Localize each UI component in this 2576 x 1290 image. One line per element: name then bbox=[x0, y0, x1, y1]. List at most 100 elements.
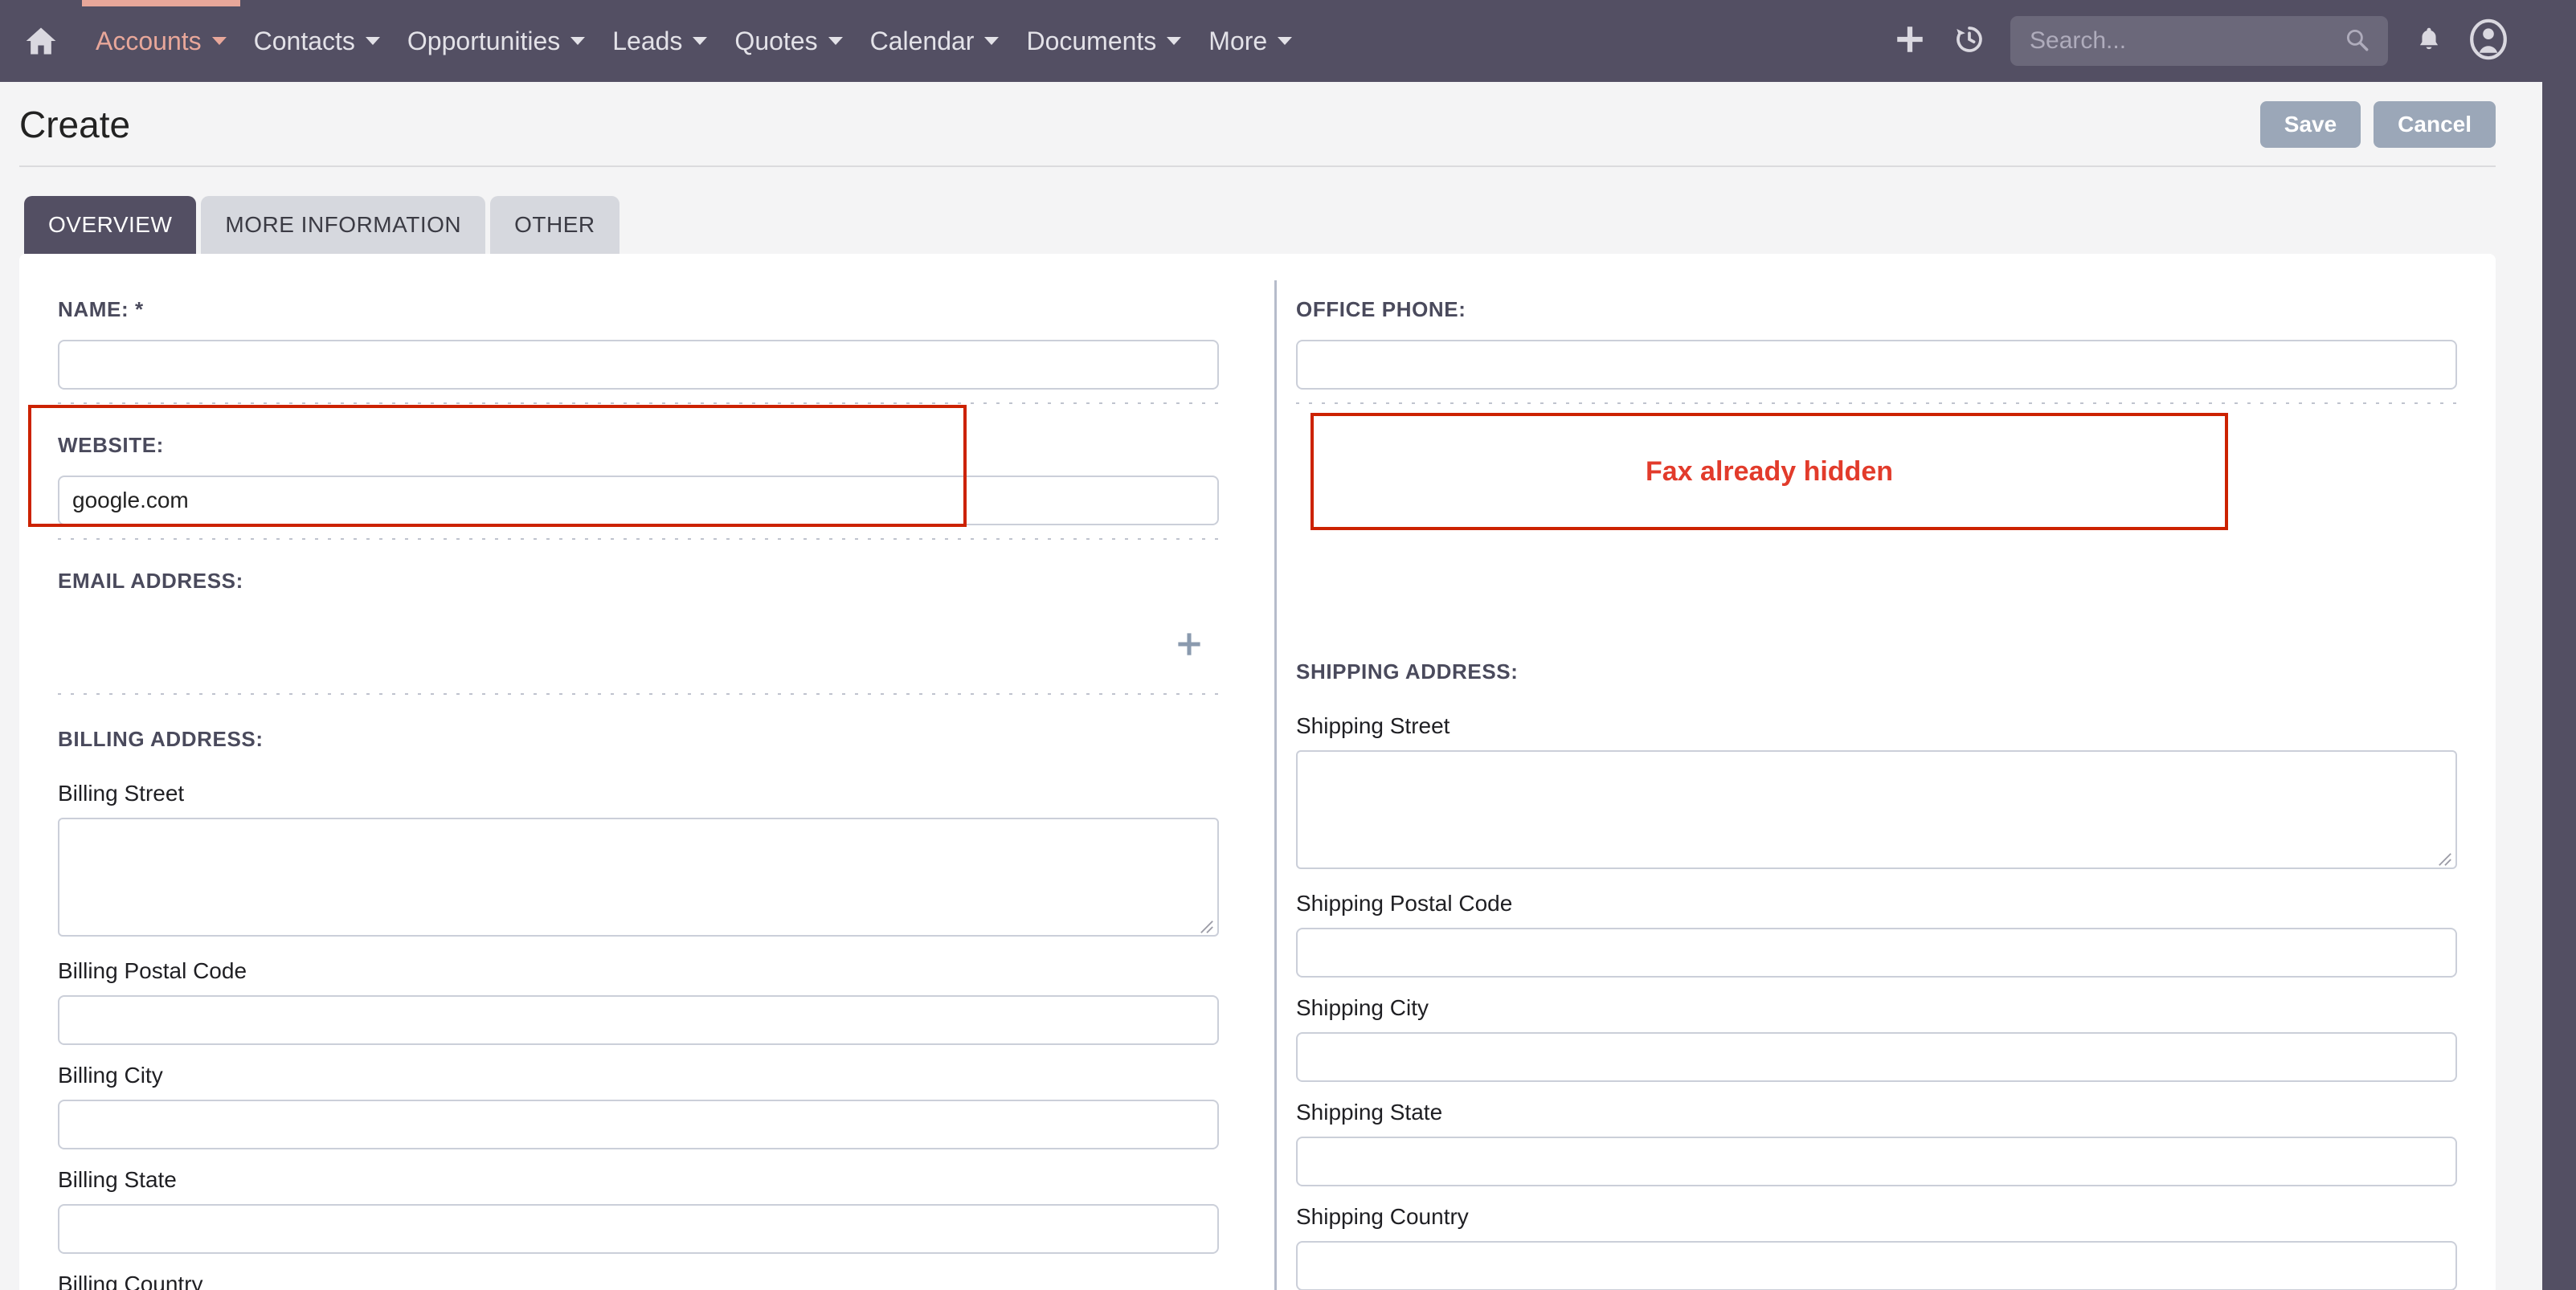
page-content: Create Save Cancel OVERVIEW MORE INFORMA… bbox=[0, 82, 2542, 1290]
email-address-row bbox=[58, 611, 1219, 680]
field-office-phone: OFFICE PHONE: bbox=[1296, 297, 2457, 415]
field-label-email-address: EMAIL ADDRESS: bbox=[58, 569, 1219, 594]
field-label-billing-postal-code: Billing Postal Code bbox=[58, 958, 1219, 984]
plus-icon bbox=[1893, 22, 1927, 60]
chevron-down-icon bbox=[1167, 37, 1181, 45]
field-shipping-city: Shipping City bbox=[1296, 995, 2457, 1082]
field-label-billing-country: Billing Country bbox=[58, 1272, 1219, 1290]
billing-street-textarea[interactable] bbox=[58, 818, 1219, 937]
shipping-city-input[interactable] bbox=[1296, 1032, 2457, 1082]
chevron-down-icon bbox=[212, 37, 227, 45]
field-billing-postal-code: Billing Postal Code bbox=[58, 958, 1219, 1045]
page-header: Create Save Cancel bbox=[0, 82, 2542, 167]
chevron-down-icon bbox=[693, 37, 707, 45]
field-label-shipping-country: Shipping Country bbox=[1296, 1204, 2457, 1230]
home-button[interactable] bbox=[0, 0, 82, 82]
profile-button[interactable] bbox=[2459, 0, 2518, 82]
spacer bbox=[58, 1045, 1219, 1063]
spacer bbox=[58, 1254, 1219, 1272]
fax-hidden-annotation: Fax already hidden bbox=[1310, 413, 2228, 530]
field-billing-street: Billing Street bbox=[58, 781, 1219, 941]
field-label-billing-city: Billing City bbox=[58, 1063, 1219, 1088]
history-clock-icon bbox=[1952, 22, 1986, 60]
section-header-billing-address: BILLING ADDRESS: bbox=[58, 727, 1219, 752]
form-left-column: NAME: * WEBSITE: EMAIL ADDRESS: bbox=[19, 254, 1257, 1290]
nav-item-accounts[interactable]: Accounts bbox=[82, 0, 240, 82]
tab-other[interactable]: OTHER bbox=[490, 196, 619, 254]
nav-item-calendar[interactable]: Calendar bbox=[857, 0, 1013, 82]
field-billing-state: Billing State bbox=[58, 1167, 1219, 1254]
page-scroll-gutter[interactable] bbox=[2542, 82, 2576, 1290]
field-label-billing-street: Billing Street bbox=[58, 781, 1219, 806]
quick-create-button[interactable] bbox=[1880, 0, 1940, 82]
chevron-down-icon bbox=[366, 37, 380, 45]
field-label-shipping-city: Shipping City bbox=[1296, 995, 2457, 1021]
shipping-country-input[interactable] bbox=[1296, 1241, 2457, 1290]
chevron-down-icon bbox=[570, 37, 585, 45]
page-title: Create bbox=[19, 103, 130, 146]
home-icon bbox=[22, 23, 59, 59]
billing-postal-code-input[interactable] bbox=[58, 995, 1219, 1045]
field-separator bbox=[58, 693, 1219, 695]
fax-hidden-annotation-text: Fax already hidden bbox=[1646, 456, 1893, 488]
nav-item-label: Calendar bbox=[870, 27, 975, 56]
spacer bbox=[1296, 873, 2457, 891]
recent-history-button[interactable] bbox=[1940, 0, 1999, 82]
office-phone-input[interactable] bbox=[1296, 340, 2457, 390]
global-search[interactable] bbox=[2010, 16, 2388, 66]
field-separator bbox=[58, 402, 1219, 404]
name-input[interactable] bbox=[58, 340, 1219, 390]
spacer bbox=[1296, 978, 2457, 995]
tab-overview[interactable]: OVERVIEW bbox=[24, 196, 196, 254]
field-shipping-state: Shipping State bbox=[1296, 1100, 2457, 1186]
header-actions: Save Cancel bbox=[2260, 101, 2496, 148]
bell-icon bbox=[2414, 23, 2443, 59]
tab-more-information[interactable]: MORE INFORMATION bbox=[201, 196, 485, 254]
nav-item-leads[interactable]: Leads bbox=[599, 0, 721, 82]
nav-item-label: Accounts bbox=[96, 27, 202, 56]
field-label-name: NAME: * bbox=[58, 297, 1219, 322]
nav-item-contacts[interactable]: Contacts bbox=[240, 0, 394, 82]
field-shipping-postal-code: Shipping Postal Code bbox=[1296, 891, 2457, 978]
field-billing-country: Billing Country bbox=[58, 1272, 1219, 1290]
notifications-button[interactable] bbox=[2399, 0, 2459, 82]
search-icon[interactable] bbox=[2343, 26, 2370, 57]
nav-item-label: Contacts bbox=[254, 27, 355, 56]
plus-icon bbox=[1174, 649, 1204, 663]
nav-item-label: More bbox=[1208, 27, 1267, 56]
section-header-shipping-address: SHIPPING ADDRESS: bbox=[1296, 659, 2457, 684]
nav-item-more[interactable]: More bbox=[1195, 0, 1306, 82]
search-input[interactable] bbox=[2028, 27, 2343, 55]
field-label-office-phone: OFFICE PHONE: bbox=[1296, 297, 2457, 322]
shipping-postal-code-input[interactable] bbox=[1296, 928, 2457, 978]
field-label-website: WEBSITE: bbox=[58, 433, 1219, 458]
save-button[interactable]: Save bbox=[2260, 101, 2361, 148]
chevron-down-icon bbox=[984, 37, 999, 45]
nav-item-opportunities[interactable]: Opportunities bbox=[394, 0, 599, 82]
field-name: NAME: * bbox=[58, 297, 1219, 415]
spacer bbox=[58, 941, 1219, 958]
nav-item-documents[interactable]: Documents bbox=[1012, 0, 1195, 82]
website-input[interactable] bbox=[58, 476, 1219, 525]
add-email-button[interactable] bbox=[1174, 629, 1204, 663]
shipping-state-input[interactable] bbox=[1296, 1137, 2457, 1186]
field-label-shipping-postal-code: Shipping Postal Code bbox=[1296, 891, 2457, 916]
field-label-billing-state: Billing State bbox=[58, 1167, 1219, 1193]
field-label-shipping-street: Shipping Street bbox=[1296, 713, 2457, 739]
spacer bbox=[1296, 1186, 2457, 1204]
nav-item-label: Documents bbox=[1026, 27, 1156, 56]
chevron-down-icon bbox=[828, 37, 843, 45]
top-navbar: Accounts Contacts Opportunities Leads Qu… bbox=[0, 0, 2576, 82]
nav-item-quotes[interactable]: Quotes bbox=[721, 0, 856, 82]
navbar-actions bbox=[1880, 0, 2576, 82]
field-website: WEBSITE: bbox=[58, 415, 1219, 551]
cancel-button[interactable]: Cancel bbox=[2374, 101, 2496, 148]
field-shipping-country: Shipping Country bbox=[1296, 1204, 2457, 1290]
header-divider bbox=[19, 165, 2496, 167]
billing-city-input[interactable] bbox=[58, 1100, 1219, 1149]
account-form-panel: NAME: * WEBSITE: EMAIL ADDRESS: bbox=[19, 254, 2496, 1290]
nav-item-label: Quotes bbox=[734, 27, 817, 56]
billing-state-input[interactable] bbox=[58, 1204, 1219, 1254]
nav-item-label: Opportunities bbox=[407, 27, 560, 56]
shipping-street-textarea[interactable] bbox=[1296, 750, 2457, 869]
